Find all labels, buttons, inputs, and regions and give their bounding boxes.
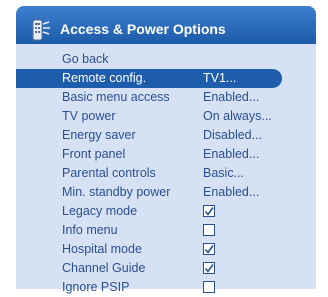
checkmark-icon: [204, 264, 214, 273]
menu-item-label: Legacy mode: [62, 204, 138, 218]
menu-item-label: Go back: [62, 52, 109, 66]
menu-item-label: Basic menu access: [62, 90, 170, 104]
menu-item-label: Channel Guide: [62, 261, 146, 275]
menu-item-info-menu[interactable]: Info menu: [16, 221, 316, 240]
menu-item-label: TV power: [62, 109, 116, 123]
menu-item-value: Enabled...: [203, 90, 260, 104]
menu-item-go-back[interactable]: Go back: [16, 50, 316, 69]
menu-window: Access & Power Options Go back Remote con…: [8, 0, 322, 294]
menu-item-label: Ignore PSIP: [62, 280, 130, 294]
checkbox-unchecked[interactable]: [203, 224, 215, 236]
menu-item-ignore-psip[interactable]: Ignore PSIP: [16, 278, 316, 297]
checkbox-unchecked[interactable]: [203, 281, 215, 293]
checkmark-icon: [204, 207, 214, 216]
menu-item-label: Remote config.: [62, 71, 147, 85]
menu-item-channel-guide[interactable]: Channel Guide: [16, 259, 316, 278]
page-title: Access & Power Options: [60, 21, 226, 37]
menu-item-parental-controls[interactable]: Parental controls Basic...: [16, 164, 316, 183]
menu-panel: Go back Remote config. TV1... Basic menu ac…: [16, 42, 316, 294]
divider: [16, 42, 316, 44]
menu-item-value: On always...: [203, 109, 272, 123]
menu-item-min-standby-power[interactable]: Min. standby power Enabled...: [16, 183, 316, 202]
menu-item-value: Enabled...: [203, 185, 260, 199]
menu-item-hospital-mode[interactable]: Hospital mode: [16, 240, 316, 259]
menu-item-label: Info menu: [62, 223, 118, 237]
menu-item-value: Basic...: [203, 166, 244, 180]
menu-item-label: Hospital mode: [62, 242, 142, 256]
menu-item-label: Front panel: [62, 147, 126, 161]
menu-item-basic-menu-access[interactable]: Basic menu access Enabled...: [16, 88, 316, 107]
menu-item-energy-saver[interactable]: Energy saver Disabled...: [16, 126, 316, 145]
menu-item-remote-config[interactable]: Remote config. TV1...: [16, 69, 316, 88]
checkbox-checked[interactable]: [203, 243, 215, 255]
checkbox-checked[interactable]: [203, 262, 215, 274]
menu-item-front-panel[interactable]: Front panel Enabled...: [16, 145, 316, 164]
menu-item-value: Disabled...: [203, 128, 263, 142]
checkmark-icon: [204, 245, 214, 254]
selection-highlight: [16, 69, 282, 88]
remote-control-icon: [30, 18, 52, 42]
menu-item-label: Parental controls: [62, 166, 156, 180]
menu-header: Access & Power Options: [16, 6, 316, 42]
menu-item-legacy-mode[interactable]: Legacy mode: [16, 202, 316, 221]
menu-item-value: TV1...: [203, 71, 237, 85]
menu-item-value: Enabled...: [203, 147, 260, 161]
menu-item-label: Min. standby power: [62, 185, 171, 199]
checkbox-checked[interactable]: [203, 205, 215, 217]
menu-item-label: Energy saver: [62, 128, 136, 142]
menu-item-tv-power[interactable]: TV power On always...: [16, 107, 316, 126]
